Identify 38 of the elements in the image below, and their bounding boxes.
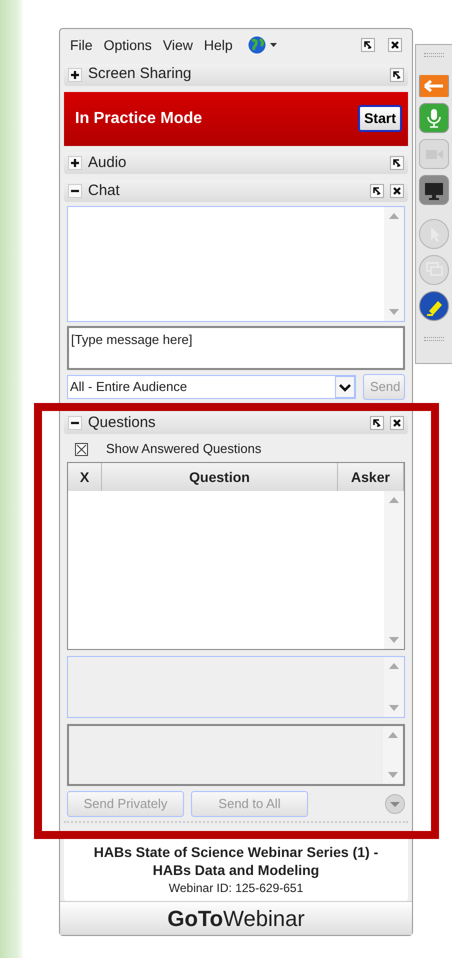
arrow-icon[interactable] bbox=[419, 75, 449, 97]
undock-icon[interactable] bbox=[390, 68, 404, 82]
microphone-icon[interactable] bbox=[419, 103, 449, 133]
panel-title: Questions bbox=[88, 412, 157, 433]
menu-item[interactable]: View bbox=[162, 34, 193, 56]
column-header[interactable]: Question bbox=[102, 463, 338, 491]
panel-title: Screen Sharing bbox=[88, 64, 192, 84]
panel-title: Audio bbox=[88, 152, 128, 173]
webinar-title: HABs State of Science Webinar Series (1) - HABs Data and Modeling bbox=[92, 843, 380, 879]
undock-icon[interactable] bbox=[390, 156, 404, 170]
undock-icon[interactable] bbox=[370, 416, 384, 430]
close-icon[interactable] bbox=[390, 184, 404, 198]
panel-title: Chat bbox=[88, 180, 121, 201]
checkbox-label: Show Answered Questions bbox=[106, 440, 262, 458]
undock-icon[interactable] bbox=[370, 184, 384, 198]
highlighter-icon[interactable] bbox=[419, 291, 449, 321]
message-field[interactable]: [Type message here] bbox=[67, 326, 405, 370]
monitor-icon[interactable] bbox=[419, 175, 449, 205]
start-button[interactable]: Start bbox=[358, 105, 402, 132]
undock-icon[interactable] bbox=[361, 38, 375, 52]
logo-text: GoTo bbox=[167, 905, 224, 933]
close-icon[interactable] bbox=[390, 416, 404, 430]
collapse-icon[interactable] bbox=[68, 184, 82, 198]
column-header[interactable]: X bbox=[68, 463, 102, 491]
recipient-dropdown[interactable]: All - Entire Audience bbox=[67, 375, 356, 399]
banner-text: In Practice Mode bbox=[75, 108, 204, 129]
caret-icon[interactable] bbox=[335, 376, 355, 398]
globe-icon[interactable] bbox=[248, 36, 278, 54]
close-icon[interactable] bbox=[388, 38, 402, 52]
checkbox[interactable] bbox=[75, 442, 88, 456]
logo-text: Webinar bbox=[223, 905, 305, 933]
options-icon[interactable] bbox=[385, 794, 405, 814]
expand-icon[interactable] bbox=[68, 156, 82, 170]
collapse-icon[interactable] bbox=[68, 416, 82, 430]
menu-item[interactable]: Help bbox=[204, 34, 233, 56]
webinar-id: Webinar ID: 125-629-651 bbox=[168, 880, 304, 897]
menu-item[interactable]: File bbox=[70, 34, 93, 56]
menu-item[interactable]: Options bbox=[104, 34, 152, 56]
